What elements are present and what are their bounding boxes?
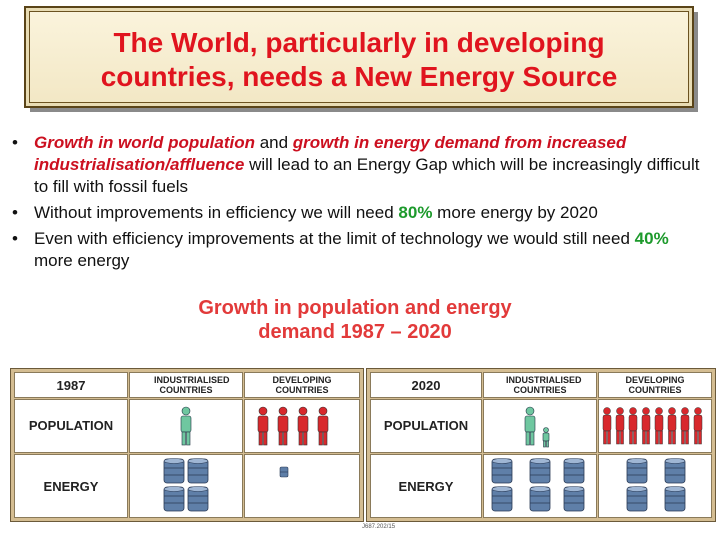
chart-caption-line-1: Growth in population and energy xyxy=(198,297,512,319)
panel-1987: 1987 INDUSTRIALISED COUNTRIES DEVELOPING… xyxy=(10,368,364,522)
footnote-code: J687.202/15 xyxy=(362,524,396,530)
energy-label: ENERGY xyxy=(398,479,454,494)
barrel-icon xyxy=(626,458,648,484)
barrel-icon xyxy=(187,458,209,484)
column-header-industrialised: INDUSTRIALISED COUNTRIES xyxy=(506,375,582,395)
column-header-developing: DEVELOPING COUNTRIES xyxy=(272,375,332,395)
energy-industrialised-cell xyxy=(129,454,243,518)
header-cell: INDUSTRIALISED COUNTRIES xyxy=(129,372,243,398)
bullet-item: • Growth in world population and growth … xyxy=(10,132,710,198)
energy-developing-cell xyxy=(598,454,712,518)
person-icon xyxy=(542,427,550,448)
column-header-developing: DEVELOPING COUNTRIES xyxy=(625,375,685,395)
person-icon xyxy=(257,406,269,446)
chart-caption: Growth in population and energy demand 1… xyxy=(150,296,560,344)
person-icon xyxy=(654,407,664,445)
bullet-text: and xyxy=(254,133,293,152)
barrel-group-icon xyxy=(279,466,289,478)
people-group-icon xyxy=(524,406,550,448)
row-label-cell: ENERGY xyxy=(14,454,128,518)
bullet-percent-40: 40% xyxy=(634,229,669,248)
barrel-icon xyxy=(664,486,686,512)
barrel-icon xyxy=(279,466,289,478)
barrel-icon xyxy=(529,486,551,512)
year-cell: 2020 xyxy=(370,372,482,398)
barrel-icon xyxy=(491,458,513,484)
bullet-list: • Growth in world population and growth … xyxy=(10,132,710,276)
barrel-icon xyxy=(563,486,585,512)
row-label-cell: POPULATION xyxy=(14,399,128,453)
person-icon xyxy=(602,407,612,445)
pop-developing-cell xyxy=(244,399,360,453)
person-icon xyxy=(317,406,329,446)
bullet-text: more energy xyxy=(34,251,130,270)
pop-industrialised-cell xyxy=(483,399,597,453)
energy-industrialised-cell xyxy=(483,454,597,518)
header-cell: DEVELOPING COUNTRIES xyxy=(598,372,712,398)
bullet-dot: • xyxy=(12,203,18,222)
bullet-dot: • xyxy=(12,229,18,248)
year-label: 1987 xyxy=(56,378,86,393)
barrel-group-icon xyxy=(626,458,686,512)
title-line-1: The World, particularly in developing xyxy=(113,27,605,58)
barrel-group-icon xyxy=(163,458,209,512)
slide-title: The World, particularly in developing co… xyxy=(34,26,684,94)
panel-2020: 2020 INDUSTRIALISED COUNTRIES DEVELOPING… xyxy=(366,368,716,522)
person-icon xyxy=(180,406,192,446)
year-cell: 1987 xyxy=(14,372,128,398)
barrel-icon xyxy=(187,486,209,512)
population-label: POPULATION xyxy=(383,418,469,433)
people-group-icon xyxy=(180,406,192,446)
person-icon xyxy=(615,407,625,445)
bullet-item: • Without improvements in efficiency we … xyxy=(10,202,710,224)
person-icon xyxy=(628,407,638,445)
energy-label: ENERGY xyxy=(43,479,99,494)
bullet-dot: • xyxy=(12,133,18,152)
title-banner: The World, particularly in developing co… xyxy=(24,6,694,108)
person-icon xyxy=(693,407,703,445)
year-label: 2020 xyxy=(411,378,441,393)
barrel-icon xyxy=(563,458,585,484)
pop-industrialised-cell xyxy=(129,399,243,453)
bullet-percent-80: 80% xyxy=(398,203,433,222)
barrel-icon xyxy=(664,458,686,484)
bullet-text-highlight: Growth in world population xyxy=(34,133,255,152)
header-cell: INDUSTRIALISED COUNTRIES xyxy=(483,372,597,398)
energy-developing-cell xyxy=(244,454,360,518)
barrel-icon xyxy=(163,458,185,484)
pop-developing-cell xyxy=(598,399,712,453)
header-cell: DEVELOPING COUNTRIES xyxy=(244,372,360,398)
bullet-item: • Even with efficiency improvements at t… xyxy=(10,228,710,272)
people-group-icon xyxy=(257,406,329,446)
population-label: POPULATION xyxy=(28,418,114,433)
row-label-cell: ENERGY xyxy=(370,454,482,518)
person-icon xyxy=(277,406,289,446)
barrel-icon xyxy=(626,486,648,512)
barrel-icon xyxy=(529,458,551,484)
bullet-text: Even with efficiency improvements at the… xyxy=(34,229,635,248)
people-group-icon xyxy=(602,407,703,445)
barrel-group-icon xyxy=(491,458,585,512)
chart-caption-line-2: demand 1987 – 2020 xyxy=(258,321,452,343)
person-icon xyxy=(297,406,309,446)
barrel-icon xyxy=(163,486,185,512)
row-label-cell: POPULATION xyxy=(370,399,482,453)
bullet-text: Without improvements in efficiency we wi… xyxy=(34,203,399,222)
barrel-icon xyxy=(491,486,513,512)
person-icon xyxy=(641,407,651,445)
column-header-industrialised: INDUSTRIALISED COUNTRIES xyxy=(154,375,230,395)
title-line-2: countries, needs a New Energy Source xyxy=(100,61,618,92)
person-icon xyxy=(667,407,677,445)
person-icon xyxy=(680,407,690,445)
person-icon xyxy=(524,406,536,446)
bullet-text: more energy by 2020 xyxy=(432,203,598,222)
